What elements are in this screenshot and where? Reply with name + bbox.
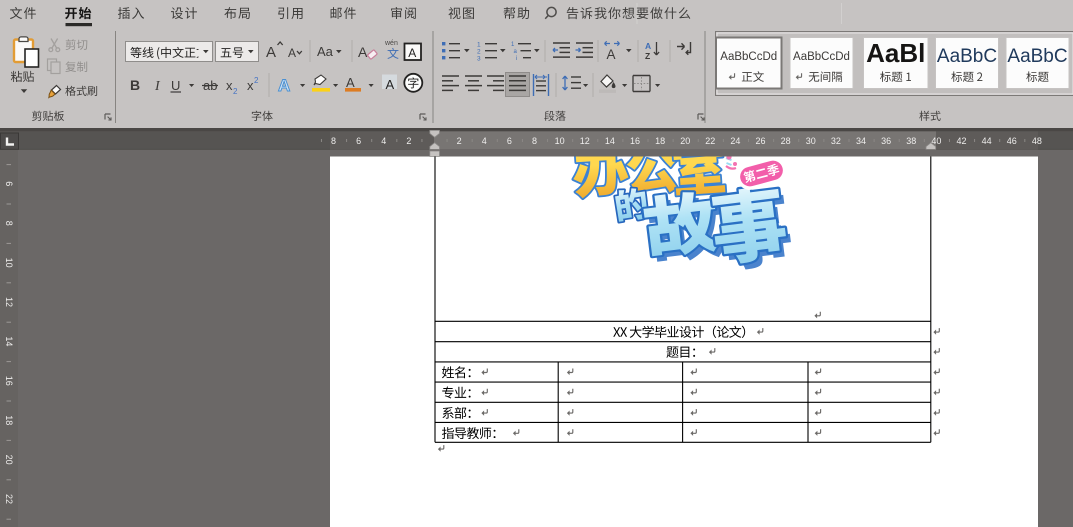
svg-text:x: x — [226, 78, 233, 93]
svg-text:Z: Z — [645, 51, 650, 61]
svg-text:8: 8 — [532, 136, 537, 146]
svg-text:2: 2 — [233, 87, 238, 96]
svg-text:26: 26 — [756, 136, 766, 146]
svg-text:4: 4 — [381, 136, 386, 146]
svg-text:16: 16 — [4, 376, 14, 386]
svg-text:AaBl: AaBl — [866, 38, 925, 68]
svg-text:48: 48 — [1032, 136, 1042, 146]
svg-text:3: 3 — [477, 55, 481, 62]
svg-text:AaBbC: AaBbC — [1007, 46, 1067, 67]
svg-text:22: 22 — [4, 494, 14, 504]
svg-text:1: 1 — [477, 41, 481, 48]
svg-text:6: 6 — [356, 136, 361, 146]
svg-text:12: 12 — [580, 136, 590, 146]
svg-text:A: A — [645, 41, 651, 51]
svg-text:2: 2 — [457, 136, 462, 146]
svg-text:A: A — [266, 44, 276, 61]
svg-text:8: 8 — [4, 221, 14, 226]
svg-text:16: 16 — [630, 136, 640, 146]
svg-text:14: 14 — [605, 136, 615, 146]
svg-text:46: 46 — [1007, 136, 1017, 146]
svg-text:AaBbCcDd: AaBbCcDd — [720, 51, 777, 63]
svg-text:6: 6 — [4, 181, 14, 186]
svg-text:20: 20 — [680, 136, 690, 146]
svg-text:18: 18 — [4, 415, 14, 425]
svg-text:24: 24 — [730, 136, 740, 146]
svg-text:wén: wén — [384, 40, 398, 47]
svg-text:38: 38 — [906, 136, 916, 146]
svg-text:A: A — [607, 47, 616, 62]
svg-text:A: A — [278, 76, 290, 95]
svg-text:42: 42 — [957, 136, 967, 146]
svg-text:20: 20 — [4, 455, 14, 465]
svg-text:12: 12 — [4, 297, 14, 307]
svg-text:AaBbC: AaBbC — [937, 46, 997, 67]
svg-text:A: A — [288, 46, 296, 60]
svg-text:44: 44 — [982, 136, 992, 146]
svg-text:A: A — [358, 44, 368, 60]
svg-text:2: 2 — [477, 48, 481, 55]
svg-text:4: 4 — [482, 136, 487, 146]
svg-text:U: U — [171, 78, 180, 93]
svg-text:AaBbCcDd: AaBbCcDd — [793, 51, 850, 63]
svg-text:A: A — [386, 77, 395, 92]
svg-text:18: 18 — [655, 136, 665, 146]
svg-text:14: 14 — [4, 336, 14, 346]
svg-text:10: 10 — [555, 136, 565, 146]
svg-text:Aa: Aa — [317, 44, 334, 59]
svg-text:28: 28 — [781, 136, 791, 146]
svg-text:i: i — [516, 56, 517, 62]
svg-text:34: 34 — [856, 136, 866, 146]
svg-text:10: 10 — [4, 258, 14, 268]
svg-text:36: 36 — [881, 136, 891, 146]
svg-text:8: 8 — [331, 136, 336, 146]
svg-text:6: 6 — [507, 136, 512, 146]
svg-text:A: A — [408, 46, 416, 60]
svg-text:32: 32 — [831, 136, 841, 146]
svg-text:A: A — [346, 75, 355, 90]
svg-text:22: 22 — [705, 136, 715, 146]
svg-text:2: 2 — [406, 136, 411, 146]
svg-text:B: B — [130, 77, 140, 93]
svg-text:30: 30 — [806, 136, 816, 146]
svg-text:x: x — [247, 78, 254, 93]
svg-text:2: 2 — [254, 76, 259, 85]
